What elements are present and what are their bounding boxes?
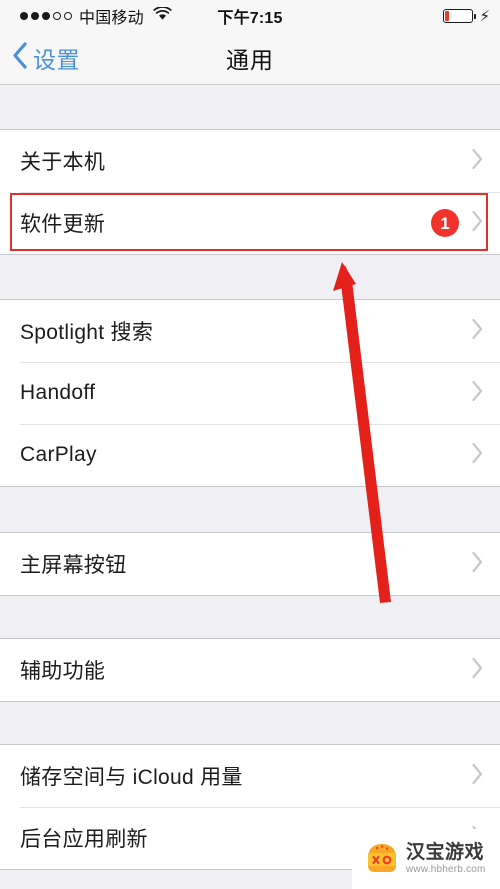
list-spacer [0, 255, 500, 299]
signal-strength-dots [20, 12, 72, 20]
row-accessory [471, 763, 484, 790]
row-label: Handoff [20, 381, 96, 404]
battery-icon [443, 9, 477, 23]
chevron-left-icon [12, 42, 28, 74]
row-label: Spotlight 搜索 [20, 321, 154, 344]
chevron-right-icon [471, 551, 484, 578]
list-spacer [0, 596, 500, 638]
settings-row-about[interactable]: 关于本机 [0, 130, 500, 192]
settings-row-storage-icloud-usage[interactable]: 储存空间与 iCloud 用量 [0, 745, 500, 807]
watermark-title: 汉宝游戏 [406, 842, 485, 864]
row-accessory [471, 442, 484, 469]
settings-row-home-button[interactable]: 主屏幕按钮 [0, 533, 500, 595]
settings-row-software-update[interactable]: 软件更新 1 [0, 192, 500, 254]
lightning-bolt-icon: ⚡ [479, 7, 490, 25]
settings-group-3: 主屏幕按钮 [0, 532, 500, 596]
back-button[interactable]: 设置 [0, 41, 80, 75]
row-label: 储存空间与 iCloud 用量 [20, 766, 243, 789]
signal-dot-empty [64, 12, 72, 20]
signal-dot-empty [53, 12, 61, 20]
chevron-right-icon [471, 380, 484, 407]
list-spacer [0, 487, 500, 532]
settings-row-handoff[interactable]: Handoff [0, 362, 500, 424]
signal-dot-filled [31, 12, 39, 20]
list-spacer [0, 702, 500, 744]
signal-dot-filled [20, 12, 28, 20]
navigation-bar: 设置 通用 [0, 32, 500, 85]
chevron-right-icon [471, 442, 484, 469]
row-accessory: 1 [431, 209, 484, 237]
settings-group-4: 辅助功能 [0, 638, 500, 702]
signal-dot-filled [42, 12, 50, 20]
chevron-right-icon [471, 318, 484, 345]
carrier-label: 中国移动 [79, 10, 144, 27]
row-accessory [471, 657, 484, 684]
settings-row-spotlight-search[interactable]: Spotlight 搜索 [0, 300, 500, 362]
list-spacer [0, 85, 500, 129]
back-button-label: 设置 [33, 47, 80, 73]
chevron-right-icon [471, 657, 484, 684]
status-bar-right: ⚡ [443, 0, 490, 32]
chevron-right-icon [471, 148, 484, 175]
status-bar: 中国移动 下午7:15 ⚡ [0, 0, 500, 32]
battery-fill [445, 11, 450, 21]
row-label: 关于本机 [20, 151, 106, 174]
watermark-url: www.hbherb.com [406, 864, 486, 876]
burger-logo-icon [364, 840, 400, 879]
watermark-text: 汉宝游戏 www.hbherb.com [406, 842, 486, 875]
wifi-icon [153, 5, 172, 26]
row-accessory [471, 318, 484, 345]
settings-row-carplay[interactable]: CarPlay [0, 424, 500, 486]
status-badge: 1 [431, 209, 459, 237]
row-label: 辅助功能 [20, 660, 106, 683]
row-accessory [471, 551, 484, 578]
row-label: CarPlay [20, 443, 97, 466]
row-label: 主屏幕按钮 [20, 554, 127, 577]
status-bar-left: 中国移动 [12, 4, 172, 28]
settings-group-1: 关于本机 软件更新 1 [0, 129, 500, 255]
settings-row-accessibility[interactable]: 辅助功能 [0, 639, 500, 701]
chevron-right-icon [471, 210, 484, 237]
row-label: 软件更新 [20, 213, 106, 236]
row-accessory [471, 380, 484, 407]
chevron-right-icon [471, 763, 484, 790]
settings-group-2: Spotlight 搜索 Handoff CarPlay [0, 299, 500, 487]
clock-label: 下午7:15 [217, 10, 283, 27]
settings-list: 关于本机 软件更新 1 Spotlight 搜索 Handoff CarPlay… [0, 85, 500, 889]
watermark: 汉宝游戏 www.hbherb.com [352, 829, 500, 889]
row-accessory [471, 148, 484, 175]
